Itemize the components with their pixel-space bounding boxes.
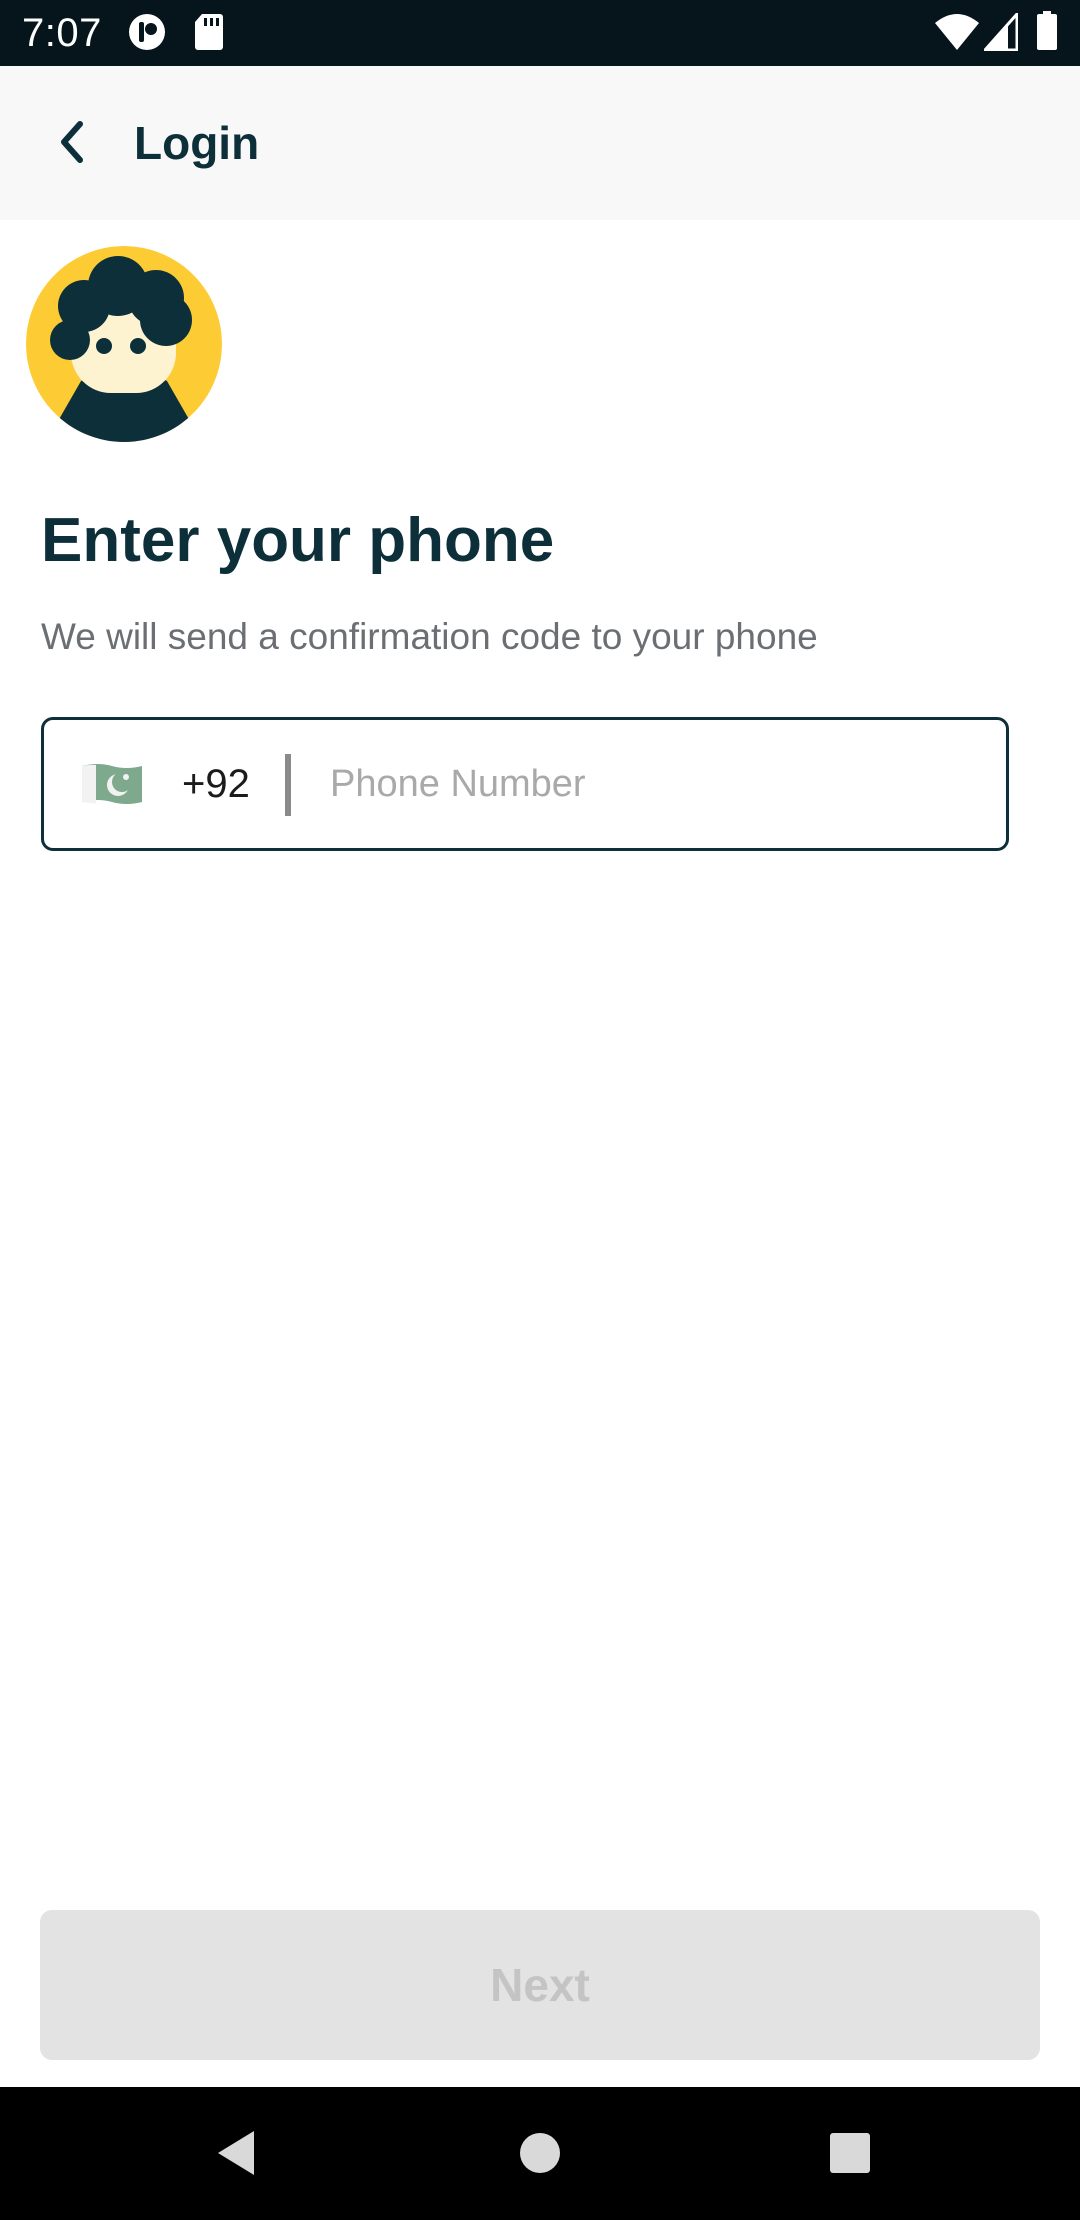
- status-time: 7:07: [22, 11, 102, 55]
- notification-app-icon: [129, 14, 165, 50]
- wifi-icon: [935, 14, 979, 50]
- battery-icon: [1037, 11, 1057, 50]
- avatar-illustration: [26, 246, 222, 442]
- back-button[interactable]: [36, 106, 108, 178]
- next-button[interactable]: Next: [40, 1910, 1040, 2060]
- login-screen: 7:07 Login Enter your phone We will send…: [0, 0, 1080, 2220]
- nav-bar: [0, 2087, 1080, 2220]
- heading: Enter your phone: [41, 506, 555, 575]
- sd-card-icon: [195, 14, 223, 50]
- phone-field[interactable]: +92: [41, 717, 1009, 851]
- cell-signal-icon: [984, 13, 1018, 51]
- nav-recents-button[interactable]: [814, 2117, 886, 2189]
- pakistan-flag-icon[interactable]: [80, 760, 144, 808]
- home-circle-icon: [520, 2133, 560, 2173]
- subheading: We will send a confirmation code to your…: [41, 616, 818, 657]
- chevron-left-icon: [61, 121, 83, 163]
- phone-number-input[interactable]: [330, 748, 970, 820]
- recents-square-icon: [830, 2133, 870, 2173]
- nav-back-button[interactable]: [200, 2117, 272, 2189]
- status-bar: 7:07: [0, 0, 1080, 66]
- page-title: Login: [134, 117, 260, 169]
- app-bar: Login: [0, 66, 1080, 220]
- field-divider: [285, 754, 291, 816]
- back-triangle-icon: [218, 2131, 254, 2175]
- nav-home-button[interactable]: [504, 2117, 576, 2189]
- country-code[interactable]: +92: [182, 760, 250, 808]
